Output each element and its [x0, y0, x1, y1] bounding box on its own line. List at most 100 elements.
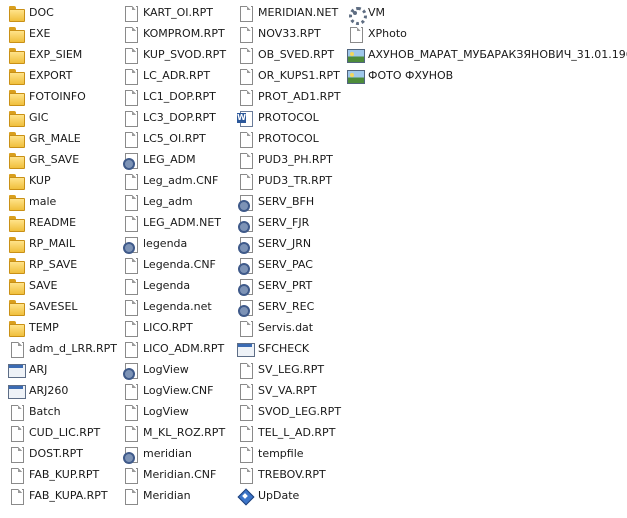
file-item[interactable]: Meridian — [122, 485, 226, 506]
file-item[interactable]: SVOD_LEG.RPT — [237, 401, 341, 422]
file-item[interactable]: LogView — [122, 401, 226, 422]
file-icon — [122, 341, 138, 358]
file-item[interactable]: Meridian.CNF — [122, 464, 226, 485]
file-item[interactable]: Legenda.net — [122, 296, 226, 317]
file-item[interactable]: LICO.RPT — [122, 317, 226, 338]
file-item[interactable]: SERV_FJR — [237, 212, 341, 233]
file-item[interactable]: M_KL_ROZ.RPT — [122, 422, 226, 443]
file-column-2: KART_OI.RPT KOMPROM.RPT KUP_SVOD.RPT LC_ADR… — [122, 2, 226, 506]
folder-item[interactable]: EXPORT — [8, 65, 117, 86]
file-item[interactable]: DOST.RPT — [8, 443, 117, 464]
file-item[interactable]: LEG_ADM.NET — [122, 212, 226, 233]
file-item[interactable]: XPhoto — [347, 23, 627, 44]
folder-item[interactable]: GR_MALE — [8, 128, 117, 149]
file-item[interactable]: FAB_KUPA.RPT — [8, 485, 117, 506]
folder-item[interactable]: GR_SAVE — [8, 149, 117, 170]
settings-file-icon — [122, 236, 138, 254]
file-item[interactable]: legenda — [122, 233, 226, 254]
file-item[interactable]: LC5_OI.RPT — [122, 128, 226, 149]
file-item[interactable]: UpDate — [237, 485, 341, 506]
folder-icon — [8, 320, 25, 337]
settings-file-icon — [237, 299, 253, 317]
file-item[interactable]: SV_VA.RPT — [237, 380, 341, 401]
item-label: CUD_LIC.RPT — [29, 425, 101, 439]
item-label: TEMP — [29, 320, 59, 334]
file-item[interactable]: NOV33.RPT — [237, 23, 341, 44]
file-item[interactable]: LC_ADR.RPT — [122, 65, 226, 86]
file-item[interactable]: ФОТО ФХУНОВ — [347, 65, 627, 86]
folder-item[interactable]: TEMP — [8, 317, 117, 338]
item-label: meridian — [143, 446, 192, 460]
folder-item[interactable]: EXE — [8, 23, 117, 44]
file-item[interactable]: VM — [347, 2, 627, 25]
file-item[interactable]: LogView.CNF — [122, 380, 226, 401]
folder-item[interactable]: FOTOINFO — [8, 86, 117, 107]
file-item[interactable]: SERV_BFH — [237, 191, 341, 212]
folder-icon — [8, 194, 25, 211]
item-label: Batch — [29, 404, 61, 418]
file-item[interactable]: АХУНОВ_МАРАТ_МУБАРАКЗЯНОВИЧ_31.01.1962 — [347, 44, 627, 65]
file-item[interactable]: KUP_SVOD.RPT — [122, 44, 226, 65]
file-item[interactable]: SV_LEG.RPT — [237, 359, 341, 380]
file-item[interactable]: ARJ — [8, 359, 117, 380]
file-item[interactable]: SFCHECK — [237, 338, 341, 359]
file-item[interactable]: OB_SVED.RPT — [237, 44, 341, 65]
folder-icon — [8, 89, 25, 106]
file-item[interactable]: OR_KUPS1.RPT — [237, 65, 341, 86]
item-label: male — [29, 194, 57, 208]
file-item[interactable]: PROTOCOL — [237, 107, 341, 128]
file-item[interactable]: PROTOCOL — [237, 128, 341, 149]
folder-item[interactable]: EXP_SIEM — [8, 44, 117, 65]
file-icon — [237, 383, 253, 400]
file-item[interactable]: Batch — [8, 401, 117, 422]
folder-item[interactable]: male — [8, 191, 117, 212]
file-item[interactable]: Leg_adm.CNF — [122, 170, 226, 191]
file-item[interactable]: SERV_REC — [237, 296, 341, 317]
file-item[interactable]: CUD_LIC.RPT — [8, 422, 117, 443]
folder-item[interactable]: KUP — [8, 170, 117, 191]
file-item[interactable]: LogView — [122, 359, 226, 380]
file-item[interactable]: TEL_L_AD.RPT — [237, 422, 341, 443]
file-item[interactable]: KOMPROM.RPT — [122, 23, 226, 44]
item-label: M_KL_ROZ.RPT — [143, 425, 226, 439]
folder-item[interactable]: SAVE — [8, 275, 117, 296]
item-label: Legenda — [143, 278, 191, 292]
file-item[interactable]: tempfile — [237, 443, 341, 464]
item-label: PROTOCOL — [258, 131, 319, 145]
file-icon — [8, 488, 24, 505]
file-item[interactable]: KART_OI.RPT — [122, 2, 226, 23]
file-item[interactable]: FAB_KUP.RPT — [8, 464, 117, 485]
file-item[interactable]: LEG_ADM — [122, 149, 226, 170]
file-icon — [8, 404, 24, 421]
file-item[interactable]: Leg_adm — [122, 191, 226, 212]
word-document-icon — [237, 110, 253, 127]
file-item[interactable]: PUD3_TR.RPT — [237, 170, 341, 191]
file-item[interactable]: LC1_DOP.RPT — [122, 86, 226, 107]
file-item[interactable]: MERIDIAN.NET — [237, 2, 341, 23]
file-column-4: VM XPhoto АХУНОВ_МАРАТ_МУБАРАКЗЯНОВИЧ_31.0… — [347, 2, 627, 86]
file-item[interactable]: Servis.dat — [237, 317, 341, 338]
file-icon — [237, 26, 253, 43]
folder-item[interactable]: RP_MAIL — [8, 233, 117, 254]
file-item[interactable]: TREBOV.RPT — [237, 464, 341, 485]
file-item[interactable]: LC3_DOP.RPT — [122, 107, 226, 128]
item-label: Legenda.CNF — [143, 257, 216, 271]
folder-item[interactable]: README — [8, 212, 117, 233]
file-item[interactable]: LICO_ADM.RPT — [122, 338, 226, 359]
file-item[interactable]: ARJ260 — [8, 380, 117, 401]
file-item[interactable]: meridian — [122, 443, 226, 464]
file-item[interactable]: PUD3_PH.RPT — [237, 149, 341, 170]
file-item[interactable]: adm_d_LRR.RPT — [8, 338, 117, 359]
folder-item[interactable]: SAVESEL — [8, 296, 117, 317]
file-item[interactable]: SERV_JRN — [237, 233, 341, 254]
file-item[interactable]: Legenda — [122, 275, 226, 296]
file-item[interactable]: SERV_PAC — [237, 254, 341, 275]
item-label: EXPORT — [29, 68, 73, 82]
settings-file-icon — [237, 236, 253, 254]
folder-item[interactable]: DOC — [8, 2, 117, 23]
file-item[interactable]: Legenda.CNF — [122, 254, 226, 275]
file-item[interactable]: SERV_PRT — [237, 275, 341, 296]
folder-item[interactable]: GIC — [8, 107, 117, 128]
folder-item[interactable]: RP_SAVE — [8, 254, 117, 275]
file-item[interactable]: PROT_AD1.RPT — [237, 86, 341, 107]
